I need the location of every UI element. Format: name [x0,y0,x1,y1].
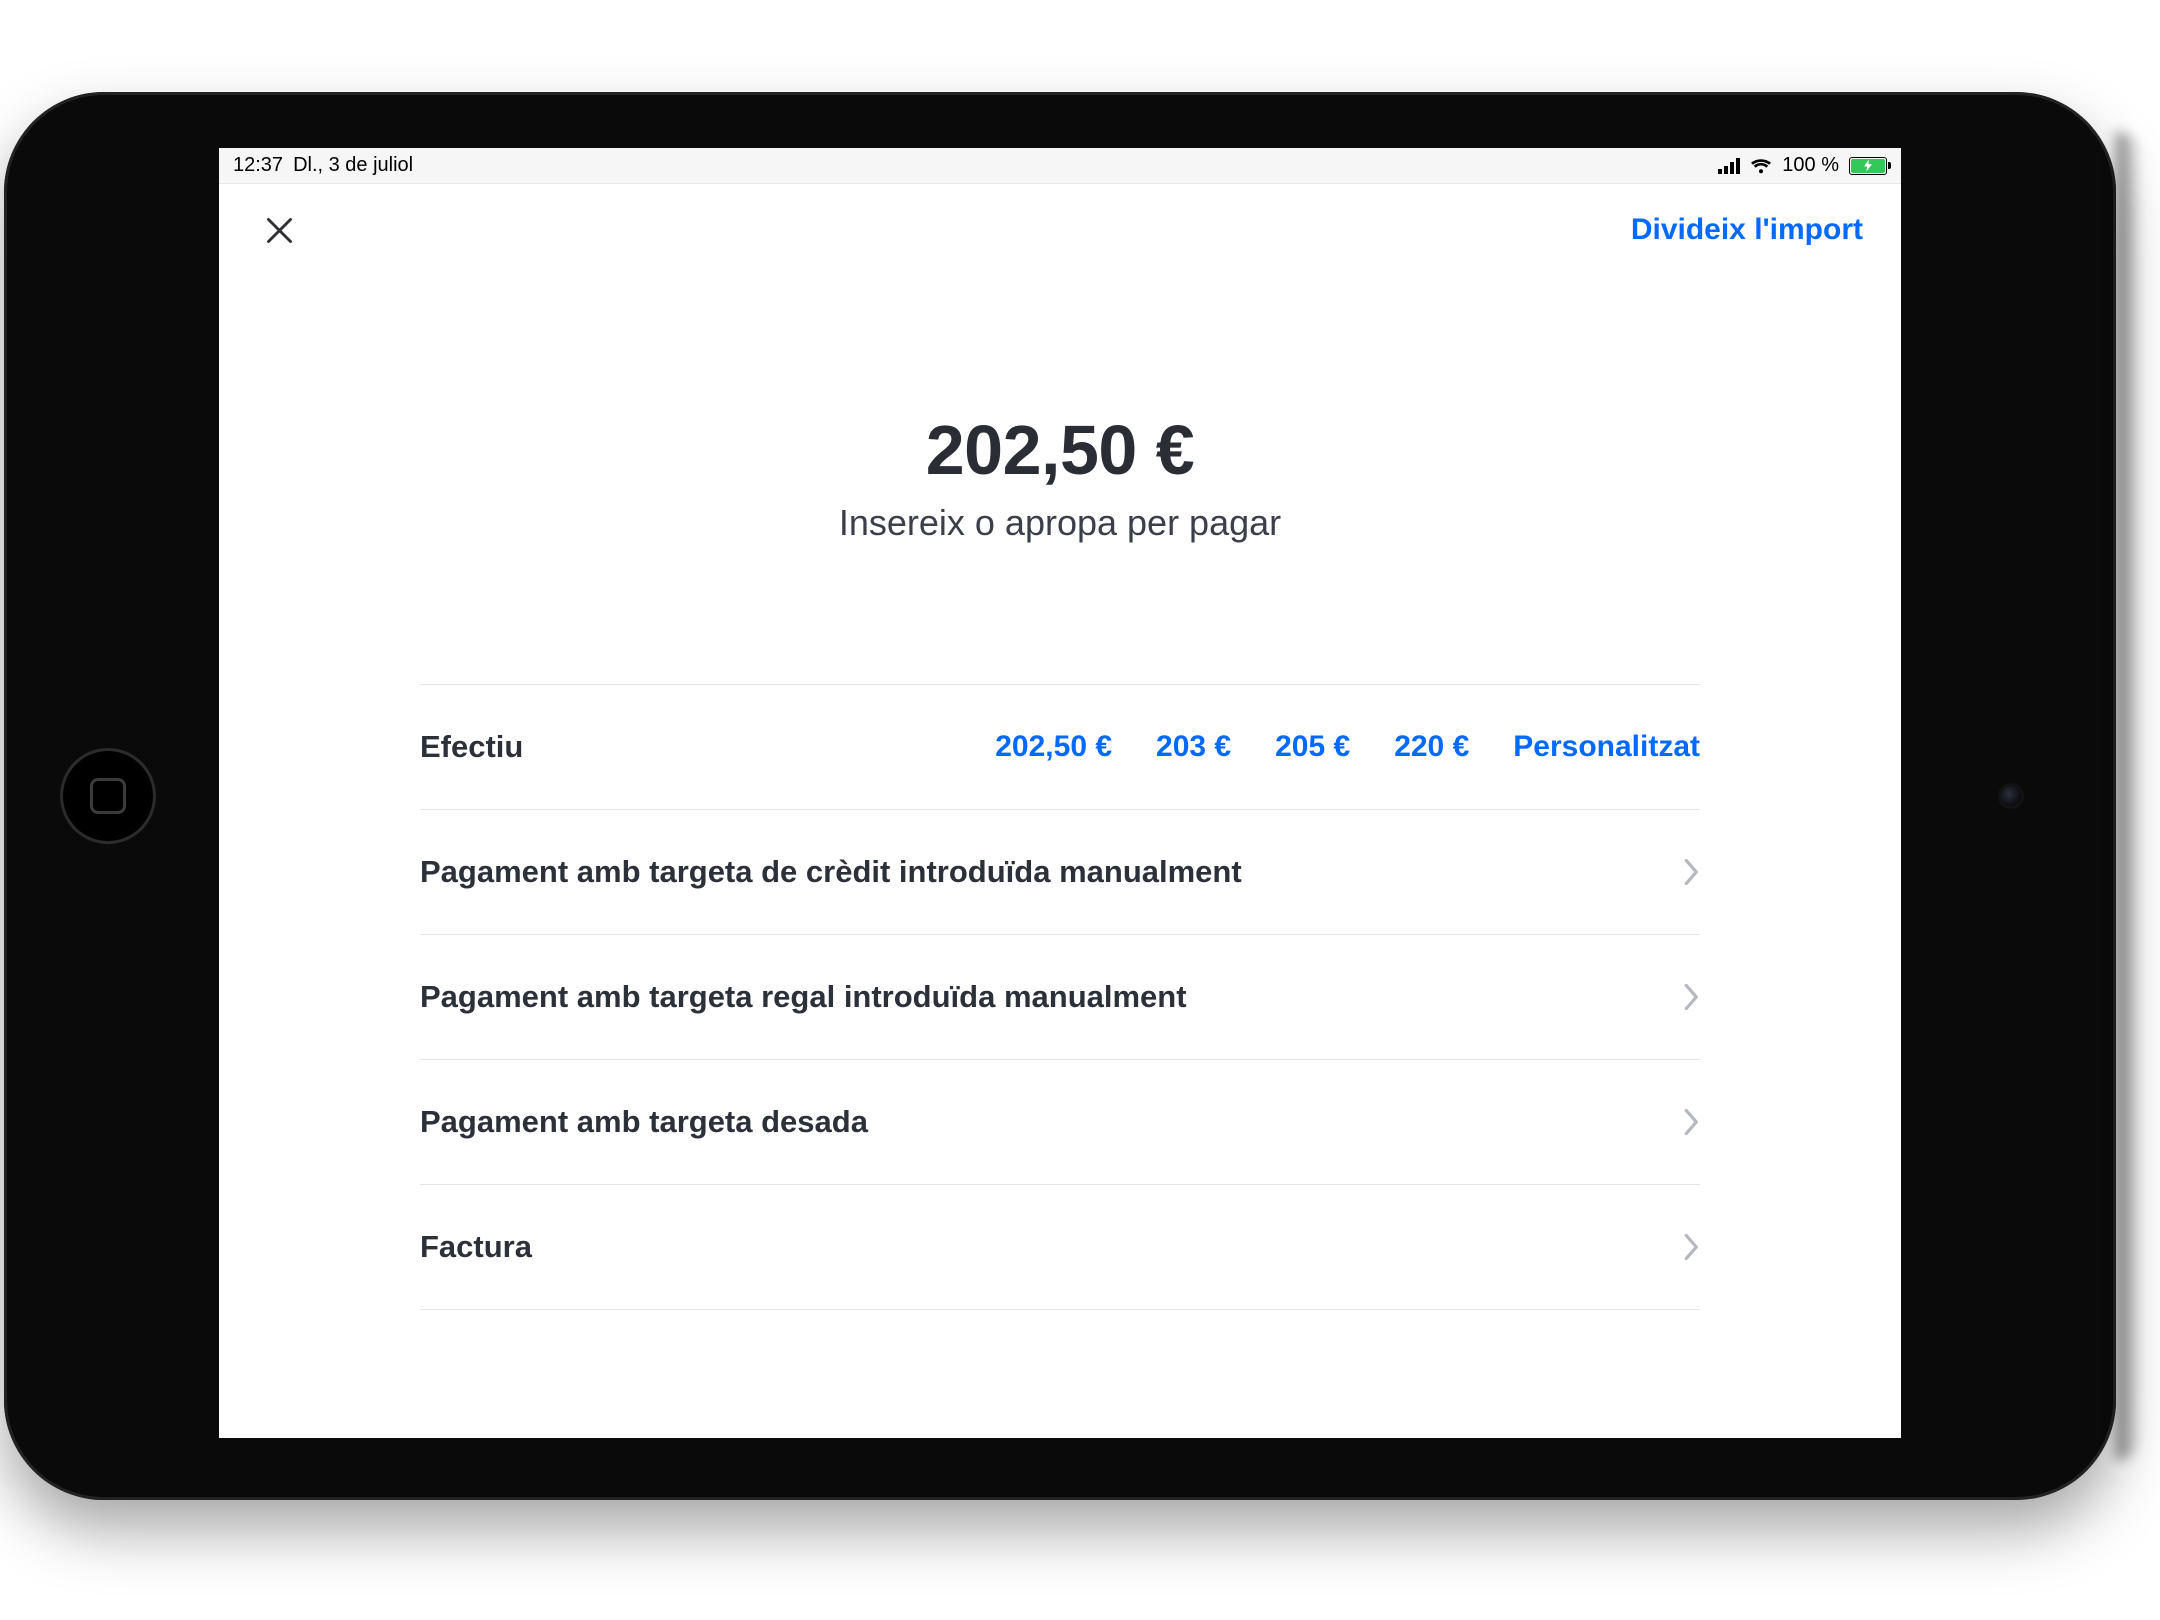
payment-methods-list: Efectiu 202,50 € 203 € 205 € 220 € Perso… [420,684,1700,1310]
status-time: 12:37 [233,154,283,177]
tablet-frame: 12:37 Dl., 3 de juliol 100 % [4,92,2116,1500]
chevron-right-icon [1684,1109,1700,1135]
amount-total: 202,50 € [219,410,1901,490]
battery-percent: 100 % [1782,154,1839,177]
battery-icon [1849,157,1887,175]
cash-quick-1[interactable]: 203 € [1156,730,1231,764]
row-cash: Efectiu 202,50 € 203 € 205 € 220 € Perso… [420,685,1700,810]
row-label: Pagament amb targeta regal introduïda ma… [420,979,1187,1015]
cash-quick-3[interactable]: 220 € [1394,730,1469,764]
cash-quick-exact[interactable]: 202,50 € [995,730,1112,764]
row-manual-gift[interactable]: Pagament amb targeta regal introduïda ma… [420,935,1700,1060]
row-invoice[interactable]: Factura [420,1185,1700,1310]
row-label: Pagament amb targeta de crèdit introduïd… [420,854,1242,890]
row-manual-credit[interactable]: Pagament amb targeta de crèdit introduïd… [420,810,1700,935]
screen: 12:37 Dl., 3 de juliol 100 % [219,148,1901,1438]
cash-quick-2[interactable]: 205 € [1275,730,1350,764]
cellular-signal-icon [1718,158,1740,174]
front-camera [2001,786,2021,806]
amount-subtitle: Insereix o apropa per pagar [219,502,1901,544]
wifi-icon [1750,158,1772,174]
cash-quick-amounts: 202,50 € 203 € 205 € 220 € Personalitzat [995,730,1700,764]
chevron-right-icon [1684,1234,1700,1260]
chevron-right-icon [1684,984,1700,1010]
chevron-right-icon [1684,859,1700,885]
row-saved-card[interactable]: Pagament amb targeta desada [420,1060,1700,1185]
split-amount-button[interactable]: Divideix l'import [1631,213,1863,247]
status-date: Dl., 3 de juliol [293,154,413,177]
home-button[interactable] [60,748,156,844]
navigation-bar: Divideix l'import [219,184,1901,270]
close-icon [263,214,296,247]
row-label: Factura [420,1229,532,1265]
close-button[interactable] [257,208,301,252]
cash-label: Efectiu [420,729,523,765]
cash-quick-custom[interactable]: Personalitzat [1513,730,1700,764]
row-label: Pagament amb targeta desada [420,1104,868,1140]
status-bar: 12:37 Dl., 3 de juliol 100 % [219,148,1901,184]
